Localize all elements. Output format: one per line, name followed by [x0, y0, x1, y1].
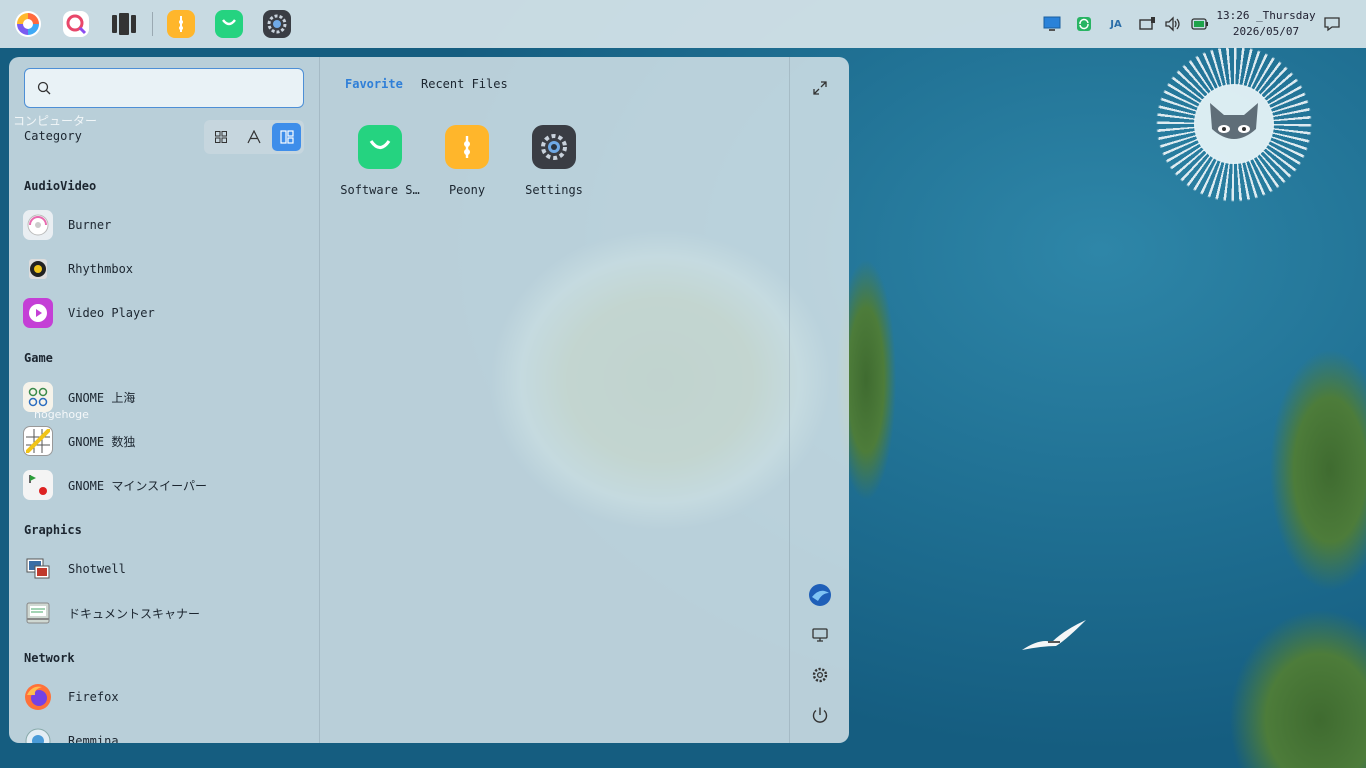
favorite-label: Settings: [525, 183, 583, 197]
clock-date: 2026/05/07: [1232, 25, 1300, 38]
power-button[interactable]: [808, 703, 832, 727]
app-item-gnome-mines[interactable]: GNOME マインスイーパー: [23, 465, 313, 505]
peony-icon[interactable]: [167, 10, 195, 38]
search-icon: [37, 81, 51, 95]
app-item-rhythmbox[interactable]: Rhythmbox: [23, 249, 313, 289]
remmina-icon: [23, 726, 53, 743]
app-label: Burner: [68, 218, 112, 232]
app-label: Shotwell: [68, 562, 126, 576]
wallpaper-logo: [1194, 84, 1274, 164]
search-input[interactable]: [59, 77, 289, 99]
app-item-document-scanner[interactable]: ドキュメントスキャナー: [23, 593, 313, 633]
gear-icon: [812, 667, 828, 683]
app-list-pane: コンピューター Category AudioVideo Burner Rhyth…: [9, 57, 320, 743]
app-item-gnome-sudoku[interactable]: GNOME 数独: [23, 421, 313, 461]
notification-icon[interactable]: [1322, 14, 1342, 34]
app-item-firefox[interactable]: Firefox: [23, 677, 313, 717]
category-view-button[interactable]: [272, 123, 302, 151]
app-label: ドキュメントスキャナー: [68, 606, 201, 621]
computer-icon: [812, 628, 828, 642]
software-store-icon: [358, 125, 402, 169]
grid-icon: [215, 131, 228, 143]
group-title-network: Network: [24, 651, 75, 665]
favorites-pane: Favorite Recent Files Software S… Peony …: [320, 57, 789, 743]
sync-icon[interactable]: [1074, 14, 1094, 34]
expand-button[interactable]: [808, 76, 832, 100]
shotwell-icon: [23, 554, 53, 584]
document-scanner-icon: [23, 598, 53, 628]
app-list: AudioVideo Burner Rhythmbox Video Player…: [9, 165, 320, 743]
view-mode-switch: [204, 120, 304, 154]
volume-icon[interactable]: [1163, 14, 1183, 34]
category-icon: [280, 130, 294, 144]
app-item-shotwell[interactable]: Shotwell: [23, 549, 313, 589]
input-method-indicator[interactable]: JA: [1106, 14, 1126, 34]
group-title-audiovideo: AudioVideo: [24, 179, 97, 193]
start-menu: コンピューター Category AudioVideo Burner Rhyth…: [9, 57, 849, 743]
power-icon: [812, 707, 828, 723]
video-player-icon: [23, 298, 53, 328]
expand-icon: [813, 81, 827, 95]
sudoku-icon: [23, 426, 53, 456]
app-item-remmina[interactable]: Remmina: [23, 721, 313, 743]
avatar-icon: [809, 584, 831, 606]
app-label: GNOME 上海: [68, 390, 136, 405]
system-settings-button[interactable]: [808, 663, 832, 687]
tab-recent-files[interactable]: Recent Files: [421, 77, 508, 91]
software-store-icon[interactable]: [215, 10, 243, 38]
settings-icon[interactable]: [263, 10, 291, 38]
search-box[interactable]: [24, 68, 304, 108]
app-label: GNOME 数独: [68, 434, 136, 449]
favorite-label: Peony: [448, 183, 486, 197]
favorite-label: Software S…: [340, 183, 420, 197]
grid-view-button[interactable]: [207, 123, 236, 151]
display-icon[interactable]: [1042, 14, 1062, 34]
multitask-icon[interactable]: [110, 10, 138, 38]
app-label: Firefox: [68, 690, 119, 704]
app-label: GNOME マインスイーパー: [68, 478, 207, 493]
battery-icon[interactable]: [1190, 14, 1210, 34]
favorite-settings[interactable]: Settings: [509, 125, 599, 197]
clock-time: 13:26 _Thursday: [1216, 9, 1316, 22]
app-item-burner[interactable]: Burner: [23, 205, 313, 245]
network-icon[interactable]: [1138, 14, 1158, 34]
mines-icon: [23, 470, 53, 500]
launcher-side-column: [789, 57, 849, 743]
favorite-software-store[interactable]: Software S…: [335, 125, 425, 197]
burner-icon: [23, 210, 53, 240]
dock-separator: [152, 12, 153, 36]
peony-icon: [445, 125, 489, 169]
rhythmbox-icon: [23, 254, 53, 284]
letter-view-button[interactable]: [240, 123, 269, 151]
desktop-folder-label: nogehoge: [34, 408, 89, 421]
firefox-icon: [23, 682, 53, 712]
top-panel: JA 13:26 _Thursday 2026/05/07: [0, 0, 1366, 48]
favorite-peony[interactable]: Peony: [422, 125, 512, 197]
letter-a-icon: [247, 130, 261, 144]
category-title: Category: [24, 129, 82, 143]
group-title-game: Game: [24, 351, 53, 365]
seagull-image: [1020, 616, 1090, 659]
group-title-graphics: Graphics: [24, 523, 82, 537]
user-avatar-button[interactable]: [808, 583, 832, 607]
search-app-icon[interactable]: [62, 10, 90, 38]
computer-button[interactable]: [808, 623, 832, 647]
app-item-video-player[interactable]: Video Player: [23, 293, 313, 333]
app-label: Video Player: [68, 306, 155, 320]
settings-icon: [532, 125, 576, 169]
app-label: Remmina: [68, 734, 119, 743]
launcher-icon[interactable]: [14, 10, 42, 38]
app-label: Rhythmbox: [68, 262, 134, 276]
tab-favorite[interactable]: Favorite: [345, 77, 403, 91]
clock[interactable]: 13:26 _Thursday 2026/05/07: [1216, 8, 1316, 40]
desktop-computer-label: コンピューター: [13, 114, 98, 128]
